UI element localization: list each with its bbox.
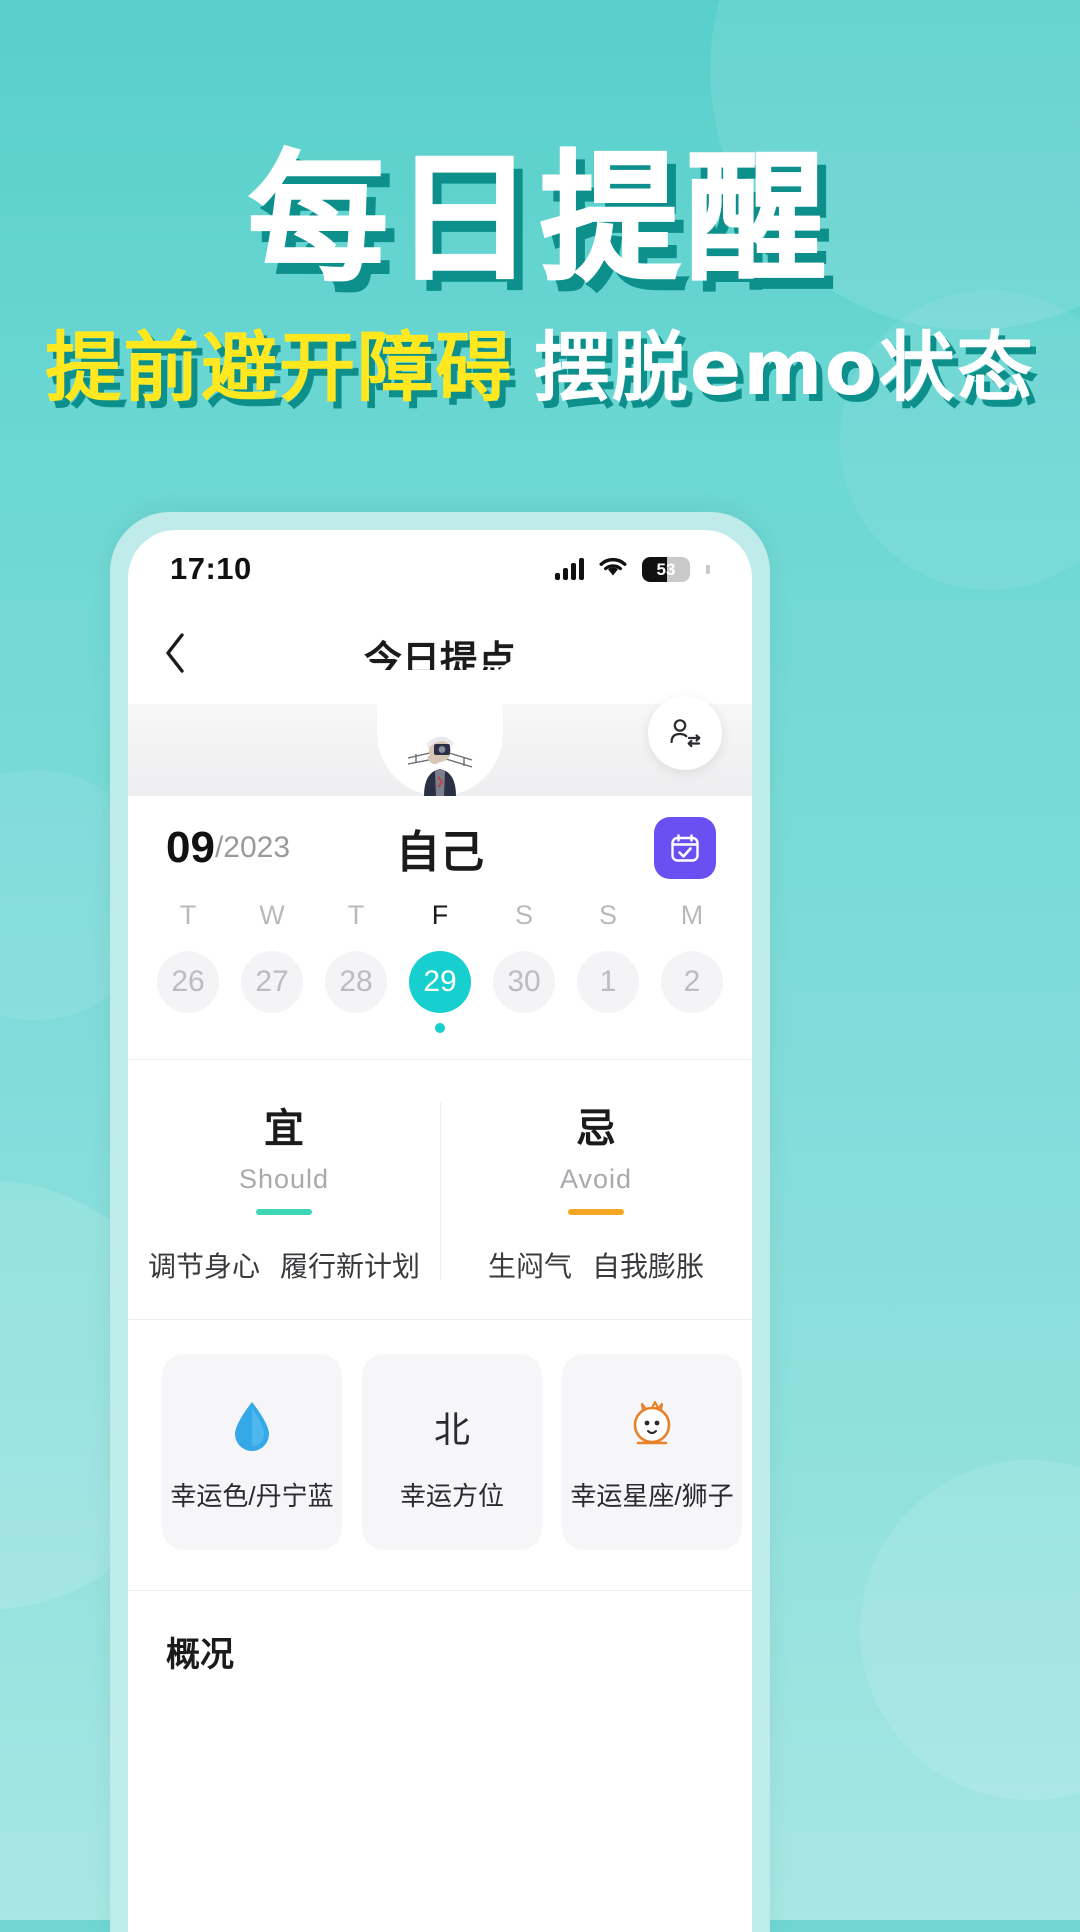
- avoid-item: 自我膨胀: [592, 1251, 705, 1282]
- week-day-dot: [183, 1023, 193, 1033]
- week-day-label: M: [680, 900, 704, 930]
- avatar[interactable]: [394, 714, 486, 806]
- week-day-dot: [687, 1023, 697, 1033]
- wifi-icon: [598, 556, 628, 583]
- week-day-dot: [603, 1023, 613, 1033]
- status-time: 17:10: [170, 551, 252, 586]
- lucky-cards-row: 幸运色/丹宁蓝 北 幸运方位 幸运星座/狮子: [128, 1320, 752, 1590]
- overview-title: 概况: [166, 1636, 234, 1674]
- date-year: /2023: [214, 831, 291, 864]
- lucky-card-label: 幸运色/丹宁蓝: [170, 1480, 334, 1511]
- back-button[interactable]: [162, 631, 188, 682]
- profile-band: [128, 670, 752, 796]
- overview-section: 概况: [128, 1591, 752, 1676]
- week-day-number: 26: [157, 951, 219, 1013]
- promo-headline: 每日提醒: [247, 138, 832, 301]
- status-icons: 53: [555, 556, 710, 583]
- week-day-number: 27: [241, 951, 303, 1013]
- promo-headline-container: 每日提醒: [0, 138, 1080, 301]
- week-day[interactable]: S 30: [482, 900, 566, 1033]
- direction-north-icon: 北: [434, 1392, 470, 1462]
- week-strip: T 26 W 27 T 28 F 29 S 30 S 1 M 2: [128, 900, 752, 1059]
- week-day-number: 2: [661, 951, 723, 1013]
- status-bar: 17:10 53: [128, 530, 752, 608]
- week-day-label: W: [259, 900, 285, 930]
- week-day[interactable]: W 27: [230, 900, 314, 1033]
- zodiac-leo-icon: [626, 1392, 678, 1462]
- avoid-title-en: Avoid: [559, 1164, 633, 1194]
- week-day-dot: [267, 1023, 277, 1033]
- phone-mockup-frame: 17:10 53 今日提点 09 /2023 自己 T 26 W 27 T 28…: [110, 512, 770, 1932]
- avoid-items: 生闷气 自我膨胀: [440, 1245, 752, 1285]
- lucky-card-label: 幸运星座/狮子: [570, 1480, 734, 1511]
- water-drop-icon: [229, 1392, 275, 1462]
- should-item: 履行新计划: [280, 1251, 421, 1282]
- week-day-number: 1: [577, 951, 639, 1013]
- week-day-number: 29: [409, 951, 471, 1013]
- week-day-dot: [435, 1023, 445, 1033]
- avoid-title-cn: 忌: [576, 1107, 616, 1151]
- date-row: 09/2023 自己: [128, 796, 752, 900]
- chevron-left-icon: [166, 632, 184, 673]
- date-month: 09: [166, 823, 215, 872]
- avatar-photographer-icon: [407, 736, 473, 796]
- week-day-label: T: [179, 900, 197, 930]
- lucky-card-label: 幸运方位: [399, 1480, 504, 1511]
- lucky-card-direction[interactable]: 北 幸运方位: [362, 1354, 542, 1550]
- battery-level: 53: [656, 559, 676, 579]
- battery-nub-icon: [706, 564, 710, 574]
- lucky-card-color[interactable]: 幸运色/丹宁蓝: [162, 1354, 342, 1550]
- week-day-dot: [519, 1023, 529, 1033]
- battery-icon: 53: [642, 556, 690, 582]
- should-column: 宜 Should 调节身心 履行新计划: [128, 1096, 440, 1285]
- switch-user-icon: [670, 719, 701, 748]
- week-day[interactable]: T 28: [314, 900, 398, 1033]
- promo-subline-container: 提前避开障碍 摆脱emo状态: [0, 330, 1080, 406]
- signal-bars-icon: [555, 558, 584, 580]
- week-day-dot: [351, 1023, 361, 1033]
- should-title-en: Should: [238, 1164, 330, 1194]
- week-day-selected[interactable]: F 29: [398, 900, 482, 1033]
- week-day[interactable]: M 2: [650, 900, 734, 1033]
- lucky-card-zodiac[interactable]: 幸运星座/狮子: [562, 1354, 742, 1550]
- calendar-button[interactable]: [654, 817, 716, 879]
- promo-subline-white: 摆脱emo状态: [533, 323, 1035, 412]
- phone-screen: 17:10 53 今日提点 09 /2023 自己 T 26 W 27 T 28…: [128, 530, 752, 1932]
- avoid-item: 生闷气: [487, 1251, 572, 1282]
- promo-subline-yellow: 提前避开障碍: [45, 323, 514, 412]
- week-day-label: S: [514, 900, 533, 930]
- should-underline: [256, 1209, 312, 1215]
- should-avoid-section: 宜 Should 调节身心 履行新计划 忌 Avoid 生闷气 自我膨胀: [128, 1060, 752, 1319]
- week-day-label: S: [598, 900, 617, 930]
- week-day[interactable]: T 26: [146, 900, 230, 1033]
- avoid-underline: [568, 1209, 624, 1215]
- week-day-number: 28: [325, 951, 387, 1013]
- should-title-cn: 宜: [264, 1107, 304, 1151]
- week-day-label: F: [431, 900, 449, 930]
- switch-user-button[interactable]: [648, 696, 722, 770]
- calendar-check-icon: [671, 834, 699, 862]
- week-day[interactable]: S 1: [566, 900, 650, 1033]
- should-items: 调节身心 履行新计划: [128, 1245, 440, 1285]
- avoid-column: 忌 Avoid 生闷气 自我膨胀: [440, 1096, 752, 1285]
- decorative-blob: [860, 1460, 1080, 1800]
- should-item: 调节身心: [147, 1251, 260, 1282]
- direction-glyph: 北: [433, 1408, 470, 1450]
- week-day-number: 30: [493, 951, 555, 1013]
- week-day-label: T: [347, 900, 365, 930]
